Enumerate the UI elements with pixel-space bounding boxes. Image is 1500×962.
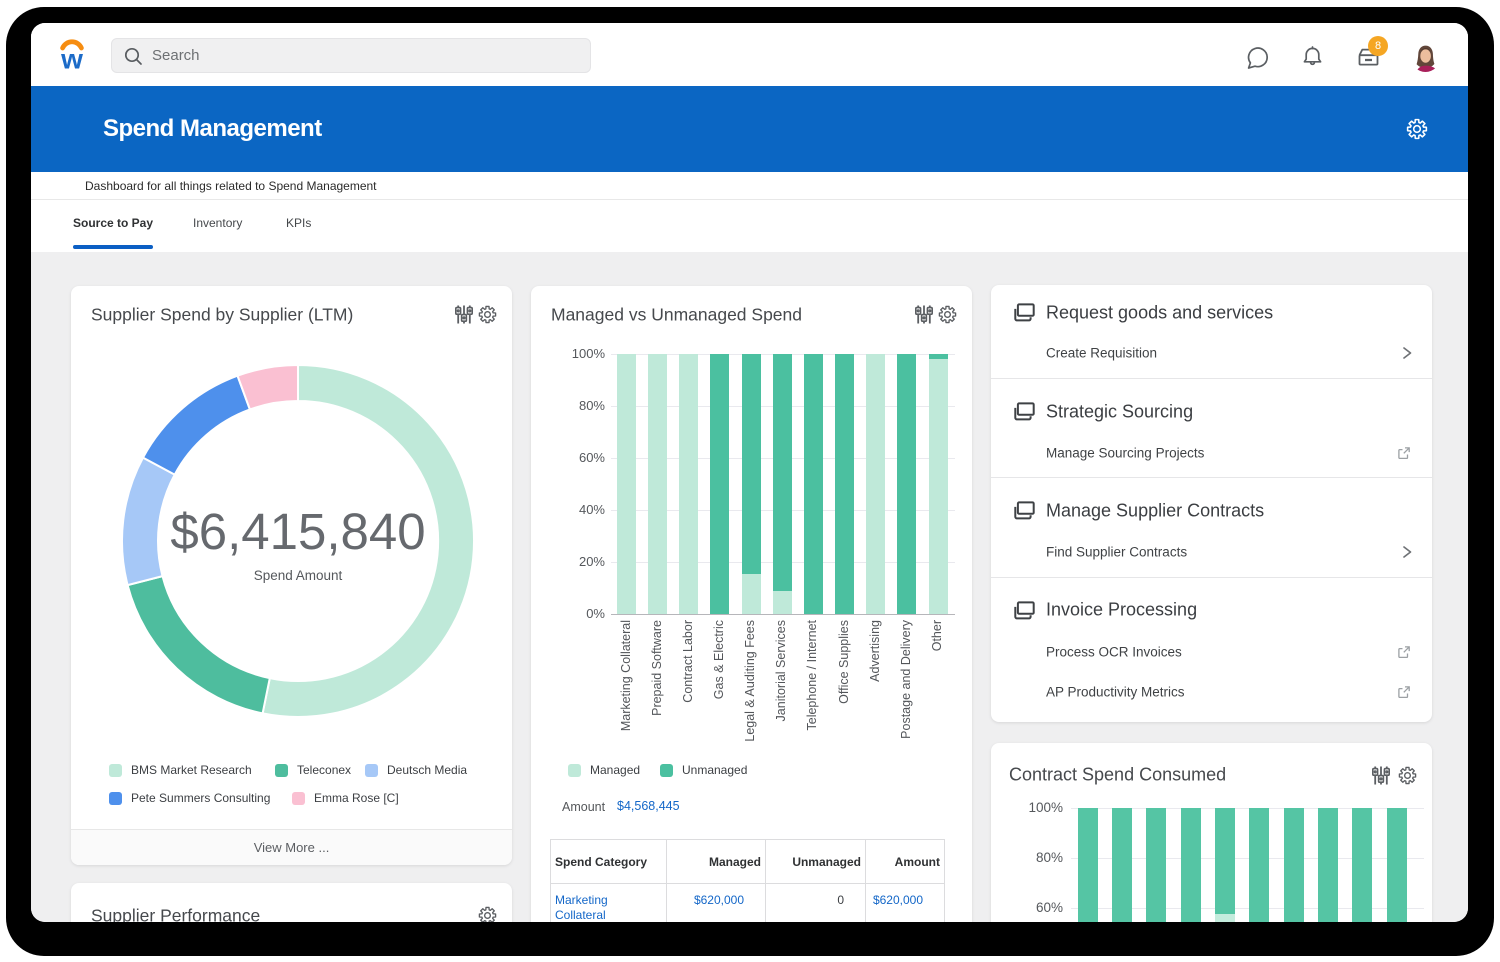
svg-text:w: w <box>60 44 83 74</box>
